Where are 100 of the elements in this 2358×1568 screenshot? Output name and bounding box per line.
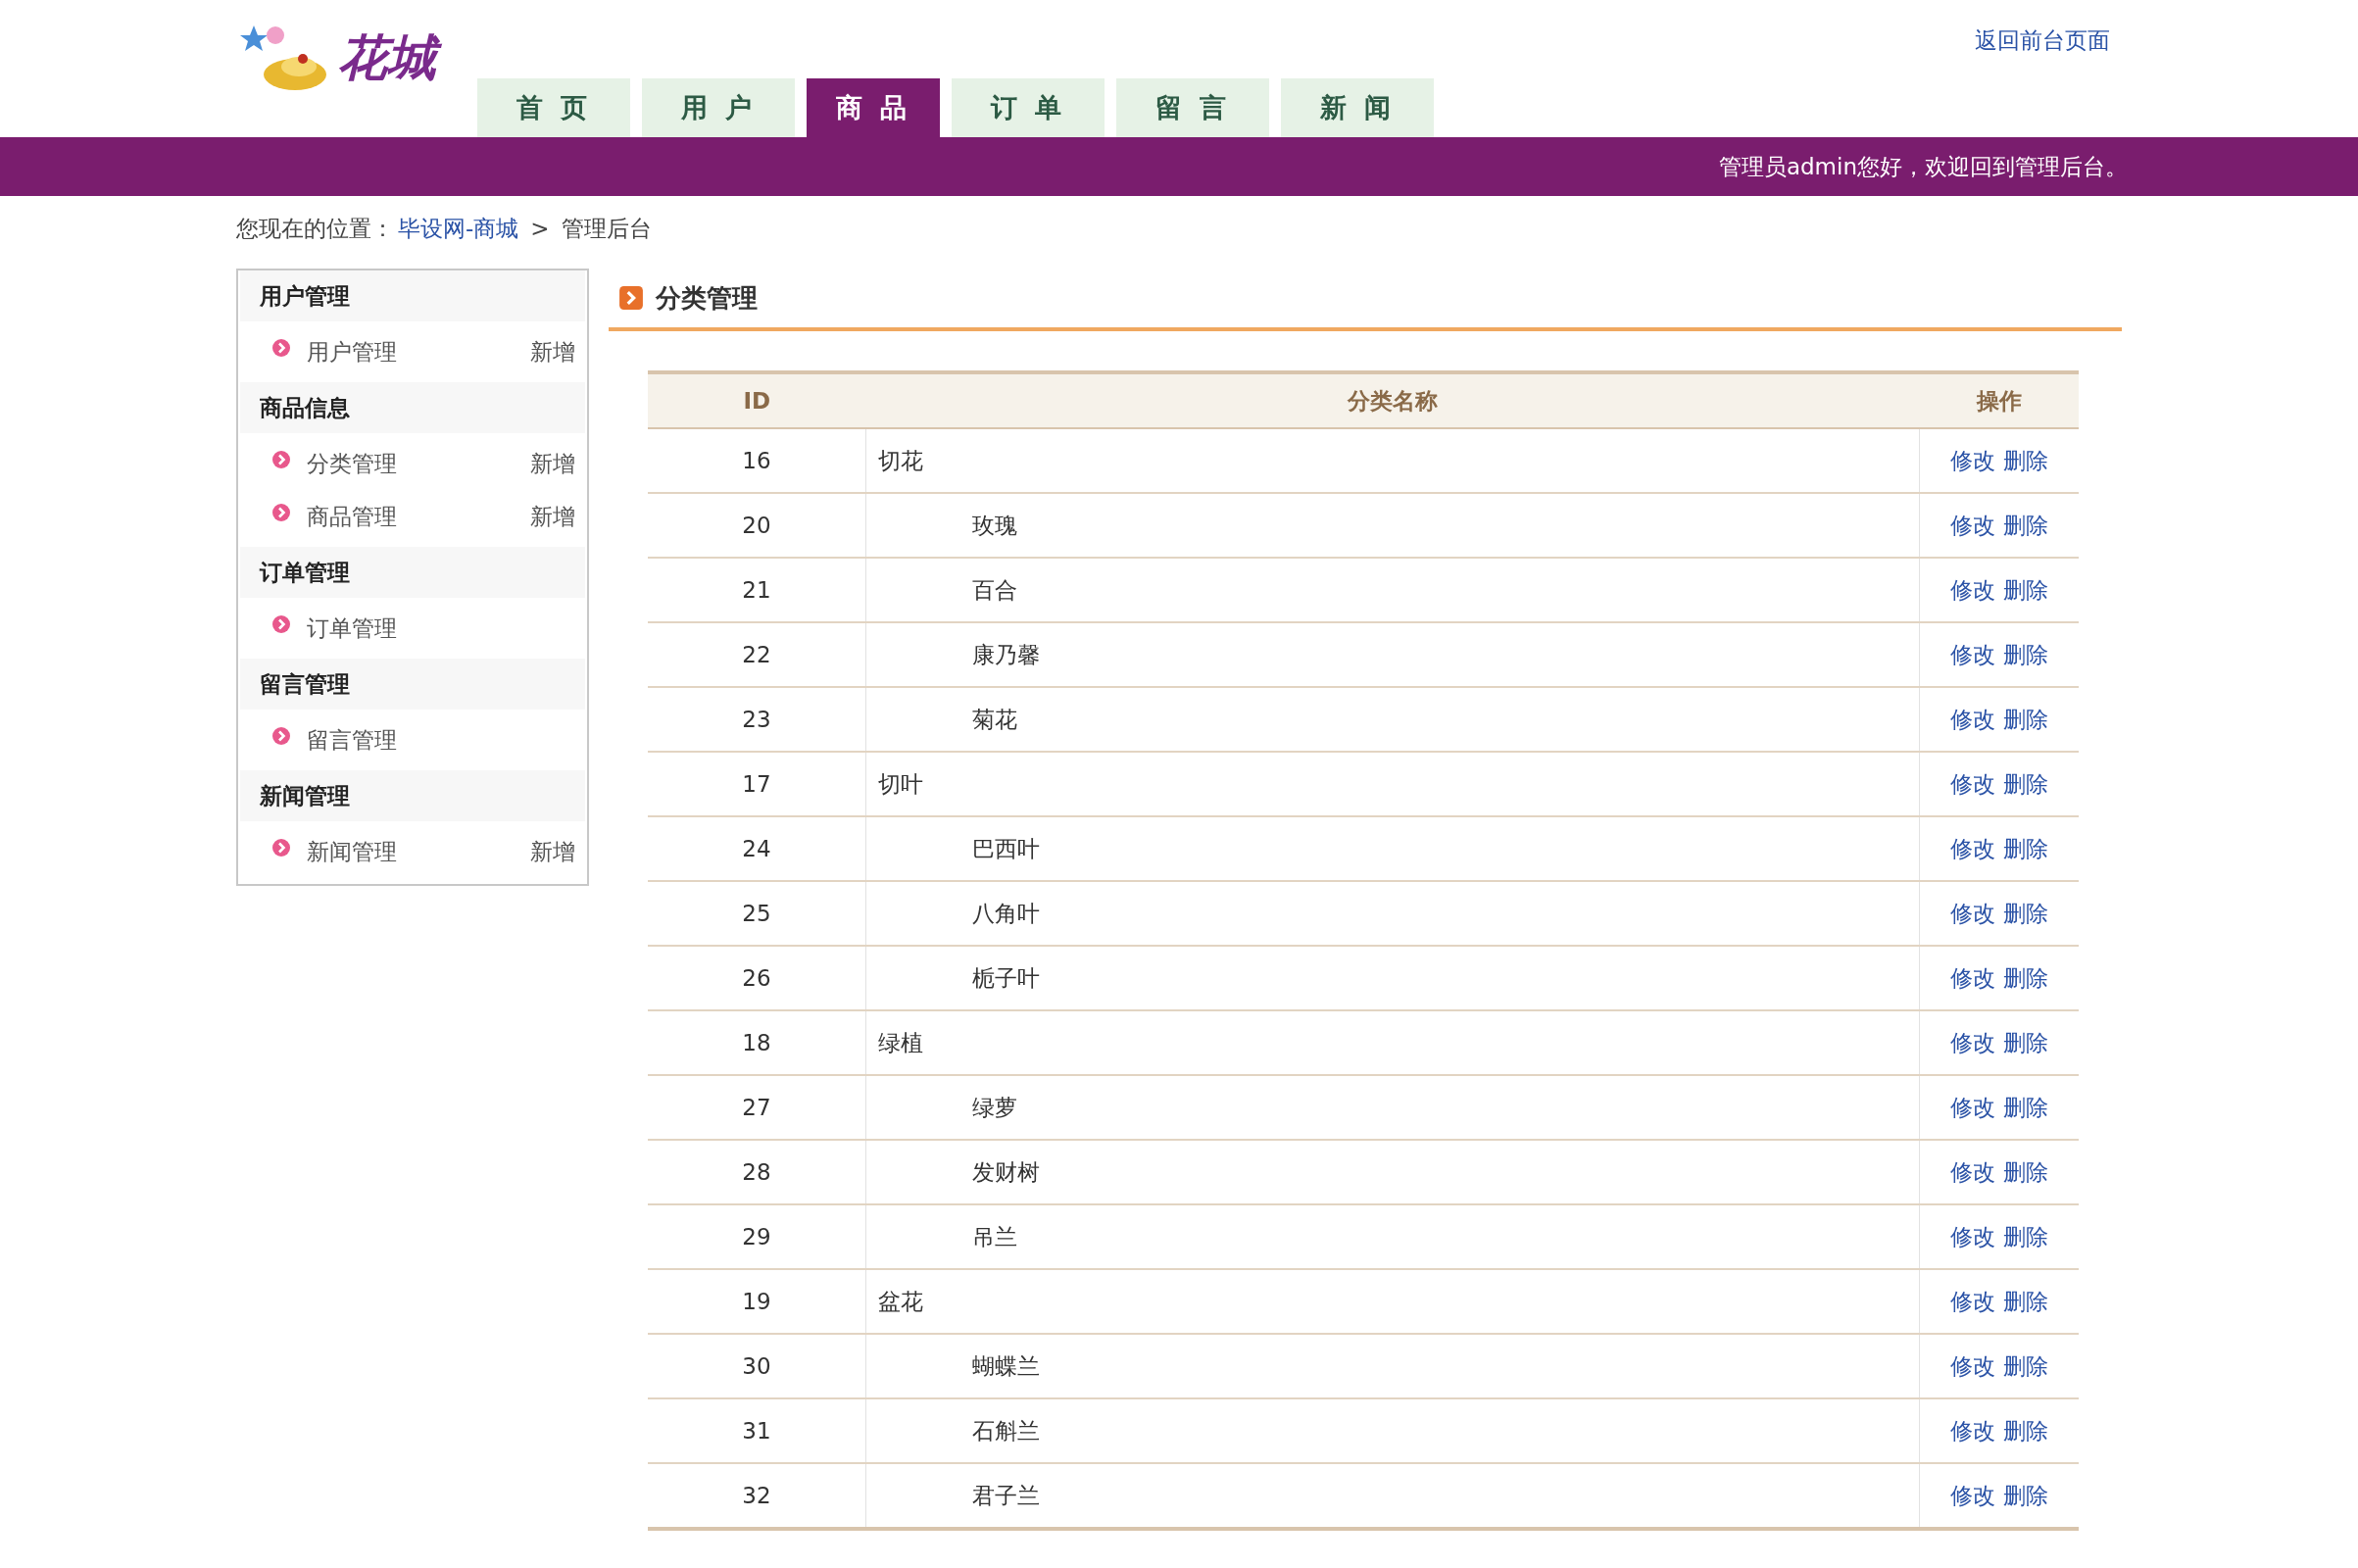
chevron-bullet-icon xyxy=(271,726,291,746)
category-name-cell: 栀子叶 xyxy=(865,946,1920,1010)
delete-link[interactable]: 删除 xyxy=(2003,512,2048,538)
nav-tab[interactable]: 商 品 xyxy=(807,78,940,137)
edit-link[interactable]: 修改 xyxy=(1950,1288,1995,1314)
section-title: 分类管理 xyxy=(656,281,758,315)
category-name-cell: 八角叶 xyxy=(865,881,1920,946)
id-cell: 20 xyxy=(648,493,866,558)
add-new-link[interactable]: 新增 xyxy=(530,448,575,479)
chevron-bullet-icon xyxy=(271,450,291,469)
category-name-cell: 切花 xyxy=(865,428,1920,493)
id-cell: 30 xyxy=(648,1334,866,1398)
edit-link[interactable]: 修改 xyxy=(1950,835,1995,861)
edit-link[interactable]: 修改 xyxy=(1950,1352,1995,1379)
category-name-cell: 玫瑰 xyxy=(865,493,1920,558)
edit-link[interactable]: 修改 xyxy=(1950,641,1995,667)
category-name-cell: 绿萝 xyxy=(865,1075,1920,1140)
nav-tab[interactable]: 新 闻 xyxy=(1281,78,1434,137)
delete-link[interactable]: 删除 xyxy=(2003,964,2048,991)
sidebar-group-title: 订单管理 xyxy=(240,547,585,598)
sidebar-link[interactable]: 用户管理 xyxy=(307,336,530,368)
edit-link[interactable]: 修改 xyxy=(1950,1029,1995,1055)
logo-text: 花城 xyxy=(334,24,446,89)
breadcrumb-link[interactable]: 毕设网-商城 xyxy=(398,213,519,244)
id-cell: 25 xyxy=(648,881,866,946)
sidebar-link[interactable]: 新闻管理 xyxy=(307,836,530,867)
edit-link[interactable]: 修改 xyxy=(1950,1223,1995,1250)
category-name-cell: 切叶 xyxy=(865,752,1920,816)
id-cell: 16 xyxy=(648,428,866,493)
category-name-cell: 百合 xyxy=(865,558,1920,622)
add-new-link[interactable]: 新增 xyxy=(530,336,575,368)
category-name-cell: 石斛兰 xyxy=(865,1398,1920,1463)
edit-link[interactable]: 修改 xyxy=(1950,1482,1995,1508)
id-cell: 26 xyxy=(648,946,866,1010)
greeting-text: 管理员admin您好，欢迎回到管理后台。 xyxy=(1718,152,2128,181)
chevron-bullet-icon xyxy=(271,838,291,858)
edit-link[interactable]: 修改 xyxy=(1950,512,1995,538)
edit-link[interactable]: 修改 xyxy=(1950,447,1995,473)
edit-link[interactable]: 修改 xyxy=(1950,1158,1995,1185)
breadcrumb-separator: > xyxy=(530,216,550,241)
add-new-link[interactable]: 新增 xyxy=(530,836,575,867)
sidebar-link[interactable]: 分类管理 xyxy=(307,448,530,479)
nav-tab[interactable]: 用 户 xyxy=(642,78,795,137)
id-cell: 22 xyxy=(648,622,866,687)
sidebar-link[interactable]: 订单管理 xyxy=(307,612,575,644)
id-cell: 29 xyxy=(648,1204,866,1269)
delete-link[interactable]: 删除 xyxy=(2003,900,2048,926)
delete-link[interactable]: 删除 xyxy=(2003,1288,2048,1314)
id-cell: 17 xyxy=(648,752,866,816)
column-header: 操作 xyxy=(1919,372,2079,428)
category-name-cell: 蝴蝶兰 xyxy=(865,1334,1920,1398)
id-cell: 24 xyxy=(648,816,866,881)
add-new-link[interactable]: 新增 xyxy=(530,501,575,532)
sidebar-group-title: 用户管理 xyxy=(240,270,585,321)
delete-link[interactable]: 删除 xyxy=(2003,1029,2048,1055)
edit-link[interactable]: 修改 xyxy=(1950,1094,1995,1120)
category-name-cell: 发财树 xyxy=(865,1140,1920,1204)
delete-link[interactable]: 删除 xyxy=(2003,1094,2048,1120)
delete-link[interactable]: 删除 xyxy=(2003,1223,2048,1250)
edit-link[interactable]: 修改 xyxy=(1950,576,1995,603)
nav-tab[interactable]: 首 页 xyxy=(477,78,630,137)
nav-tab[interactable]: 留 言 xyxy=(1116,78,1269,137)
delete-link[interactable]: 删除 xyxy=(2003,641,2048,667)
chevron-bullet-icon xyxy=(271,503,291,522)
sidebar-group-title: 留言管理 xyxy=(240,659,585,710)
delete-link[interactable]: 删除 xyxy=(2003,1482,2048,1508)
nav-tab[interactable]: 订 单 xyxy=(952,78,1105,137)
edit-link[interactable]: 修改 xyxy=(1950,706,1995,732)
sidebar-link[interactable]: 留言管理 xyxy=(307,724,575,756)
id-cell: 28 xyxy=(648,1140,866,1204)
sidebar-group-title: 新闻管理 xyxy=(240,770,585,821)
column-header: 分类名称 xyxy=(865,372,1920,428)
id-cell: 27 xyxy=(648,1075,866,1140)
id-cell: 19 xyxy=(648,1269,866,1334)
sidebar-group-title: 商品信息 xyxy=(240,382,585,433)
delete-link[interactable]: 删除 xyxy=(2003,1417,2048,1444)
edit-link[interactable]: 修改 xyxy=(1950,770,1995,797)
return-frontend-link[interactable]: 返回前台页面 xyxy=(1975,25,2110,56)
edit-link[interactable]: 修改 xyxy=(1950,1417,1995,1444)
chevron-bullet-icon xyxy=(271,614,291,634)
category-name-cell: 盆花 xyxy=(865,1269,1920,1334)
delete-link[interactable]: 删除 xyxy=(2003,835,2048,861)
column-header: ID xyxy=(648,372,866,428)
category-name-cell: 康乃馨 xyxy=(865,622,1920,687)
id-cell: 32 xyxy=(648,1463,866,1529)
delete-link[interactable]: 删除 xyxy=(2003,770,2048,797)
category-name-cell: 巴西叶 xyxy=(865,816,1920,881)
id-cell: 31 xyxy=(648,1398,866,1463)
delete-link[interactable]: 删除 xyxy=(2003,1158,2048,1185)
sidebar-link[interactable]: 商品管理 xyxy=(307,501,530,532)
delete-link[interactable]: 删除 xyxy=(2003,576,2048,603)
edit-link[interactable]: 修改 xyxy=(1950,900,1995,926)
id-cell: 21 xyxy=(648,558,866,622)
delete-link[interactable]: 删除 xyxy=(2003,706,2048,732)
delete-link[interactable]: 删除 xyxy=(2003,1352,2048,1379)
arrow-square-icon xyxy=(618,285,644,311)
id-cell: 23 xyxy=(648,687,866,752)
delete-link[interactable]: 删除 xyxy=(2003,447,2048,473)
edit-link[interactable]: 修改 xyxy=(1950,964,1995,991)
category-name-cell: 绿植 xyxy=(865,1010,1920,1075)
